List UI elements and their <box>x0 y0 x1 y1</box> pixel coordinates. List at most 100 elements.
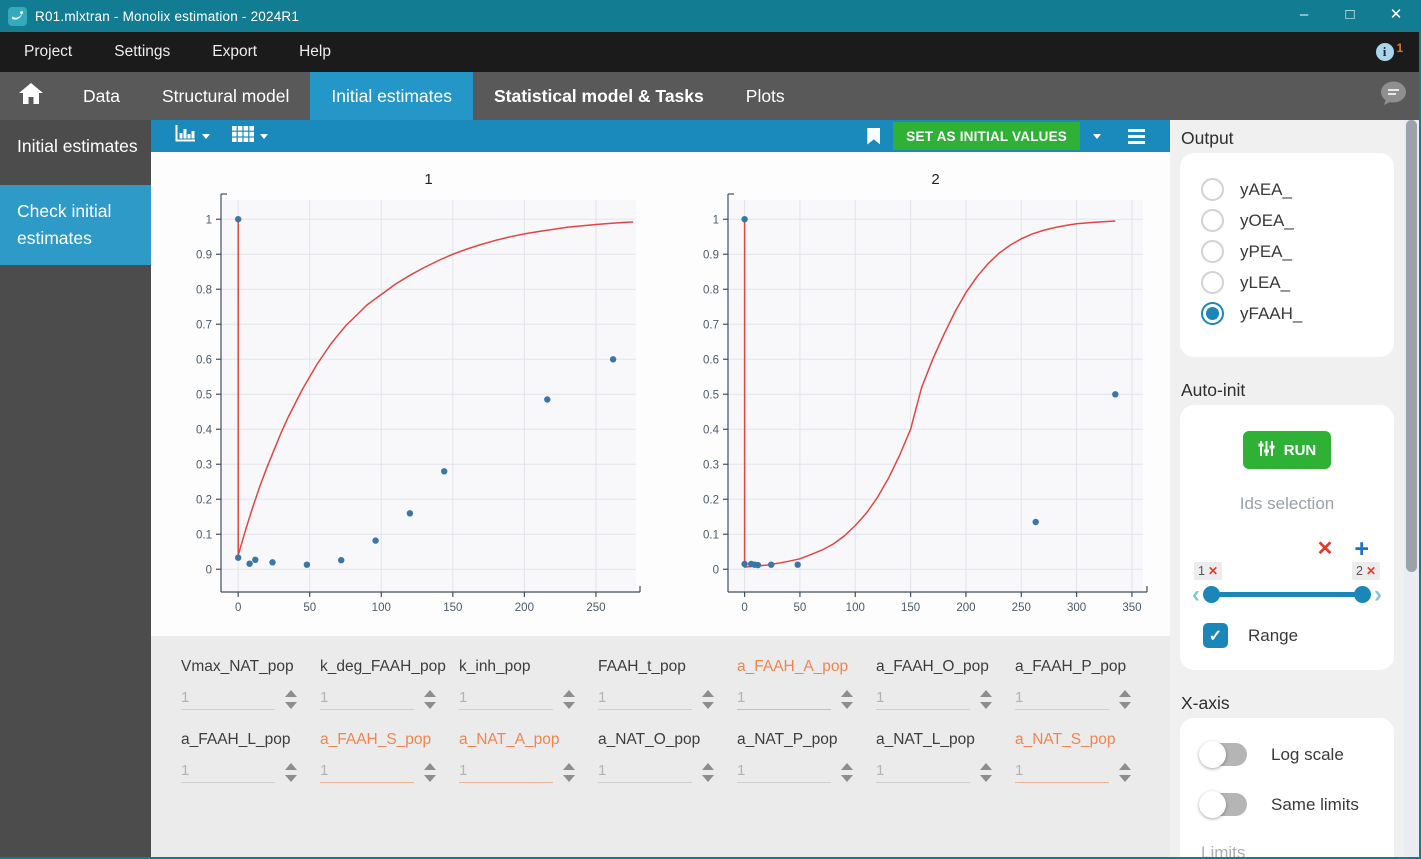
radio-icon-yaea[interactable] <box>1201 178 1224 201</box>
menu-item-export[interactable]: Export <box>191 32 278 72</box>
param-a_NAT_P_pop-increment[interactable] <box>841 763 853 770</box>
param-a_NAT_L_pop-increment[interactable] <box>980 763 992 770</box>
remove-id-icon[interactable]: ✕ <box>1317 539 1334 559</box>
sidebar-item-initial-estimates[interactable]: Initial estimates <box>0 120 151 173</box>
slider-handle-right[interactable] <box>1354 586 1371 603</box>
output-option-label: yFAAH_ <box>1240 304 1302 324</box>
plot-type-menu[interactable] <box>175 125 210 147</box>
param-k_deg_FAAH_pop-decrement[interactable] <box>424 702 436 709</box>
param-a_FAAH_P_pop-increment[interactable] <box>1119 690 1131 697</box>
menu-item-settings[interactable]: Settings <box>93 32 191 72</box>
range-checkbox[interactable]: ✓ <box>1203 623 1228 648</box>
plot-options-menu-icon[interactable] <box>1128 129 1145 144</box>
scrollbar-thumb[interactable] <box>1406 120 1417 572</box>
id-chip-1[interactable]: 1 ✕ <box>1194 562 1222 580</box>
param-a_NAT_L_pop-decrement[interactable] <box>980 775 992 782</box>
param-a_FAAH_S_pop-decrement[interactable] <box>424 775 436 782</box>
param-FAAH_t_pop-decrement[interactable] <box>702 702 714 709</box>
param-input-a_NAT_O_pop[interactable]: 1 <box>598 762 692 783</box>
id-chip-2-remove-icon[interactable]: ✕ <box>1366 564 1376 578</box>
param-a_FAAH_P_pop-decrement[interactable] <box>1119 702 1131 709</box>
home-button[interactable] <box>0 72 62 120</box>
menu-item-project[interactable]: Project <box>0 32 93 72</box>
param-a_FAAH_O_pop-increment[interactable] <box>980 690 992 697</box>
param-Vmax_NAT_pop-decrement[interactable] <box>285 702 297 709</box>
param-input-a_FAAH_O_pop[interactable]: 1 <box>876 689 970 710</box>
slider-right-chevron[interactable]: › <box>1374 585 1382 604</box>
tab-statistical-model-tasks[interactable]: Statistical model & Tasks <box>473 72 725 120</box>
id-chip-2[interactable]: 2 ✕ <box>1352 562 1380 580</box>
radio-icon-yfaah[interactable] <box>1201 302 1224 325</box>
param-input-a_NAT_A_pop[interactable]: 1 <box>459 762 553 783</box>
plot-id-2[interactable]: 00.10.20.30.40.50.60.70.80.9105010015020… <box>672 160 1157 630</box>
param-a_NAT_L_pop: a_NAT_L_pop1 <box>876 731 1015 783</box>
param-a_FAAH_O_pop-decrement[interactable] <box>980 702 992 709</box>
param-a_NAT_A_pop-decrement[interactable] <box>563 775 575 782</box>
param-Vmax_NAT_pop-increment[interactable] <box>285 690 297 697</box>
param-a_NAT_A_pop-increment[interactable] <box>563 763 575 770</box>
radio-icon-ylea[interactable] <box>1201 271 1224 294</box>
param-input-FAAH_t_pop[interactable]: 1 <box>598 689 692 710</box>
param-a_NAT_S_pop-decrement[interactable] <box>1119 775 1131 782</box>
radio-icon-ypea[interactable] <box>1201 240 1224 263</box>
slider-left-chevron[interactable]: ‹ <box>1192 585 1200 604</box>
output-option-ypea[interactable]: yPEA_ <box>1201 240 1394 263</box>
svg-text:1: 1 <box>713 214 719 226</box>
same-limits-toggle[interactable] <box>1201 793 1247 816</box>
param-input-a_FAAH_P_pop[interactable]: 1 <box>1015 689 1109 710</box>
title-bar: R01.mlxtran - Monolix estimation - 2024R… <box>0 0 1419 32</box>
run-button[interactable]: RUN <box>1243 431 1331 469</box>
tab-plots[interactable]: Plots <box>725 72 806 120</box>
id-chip-1-remove-icon[interactable]: ✕ <box>1208 564 1218 578</box>
param-a_NAT_P_pop-decrement[interactable] <box>841 775 853 782</box>
output-option-yaea[interactable]: yAEA_ <box>1201 178 1394 201</box>
param-a_NAT_O_pop-increment[interactable] <box>702 763 714 770</box>
output-option-yfaah[interactable]: yFAAH_ <box>1201 302 1394 325</box>
bookmark-icon[interactable] <box>867 128 880 145</box>
tab-data[interactable]: Data <box>62 72 141 120</box>
plot-id-1[interactable]: 00.10.20.30.40.50.60.70.80.9105010015020… <box>165 160 650 630</box>
layout-grid-menu[interactable] <box>232 126 268 147</box>
param-input-a_FAAH_A_pop[interactable]: 1 <box>737 689 831 710</box>
param-input-a_NAT_P_pop[interactable]: 1 <box>737 762 831 783</box>
param-a_FAAH_A_pop-decrement[interactable] <box>841 702 853 709</box>
param-a_FAAH_S_pop-increment[interactable] <box>424 763 436 770</box>
notifications-button[interactable]: i 1 <box>1376 43 1403 61</box>
output-option-yoea[interactable]: yOEA_ <box>1201 209 1394 232</box>
tab-structural-model[interactable]: Structural model <box>141 72 310 120</box>
param-a_NAT_O_pop-decrement[interactable] <box>702 775 714 782</box>
param-input-a_NAT_L_pop[interactable]: 1 <box>876 762 970 783</box>
slider-track[interactable] <box>1210 592 1364 597</box>
sidebar-item-check-initial-estimates[interactable]: Check initial estimates <box>0 185 151 265</box>
add-id-icon[interactable]: + <box>1354 539 1369 559</box>
param-k_inh_pop-increment[interactable] <box>563 690 575 697</box>
tab-initial-estimates[interactable]: Initial estimates <box>310 72 473 120</box>
log-scale-toggle[interactable] <box>1201 743 1247 766</box>
output-option-label: yLEA_ <box>1240 273 1290 293</box>
param-a_FAAH_L_pop-increment[interactable] <box>285 763 297 770</box>
param-a_NAT_S_pop-increment[interactable] <box>1119 763 1131 770</box>
param-k_inh_pop-decrement[interactable] <box>563 702 575 709</box>
param-FAAH_t_pop-increment[interactable] <box>702 690 714 697</box>
feedback-bubble-icon[interactable] <box>1380 81 1407 111</box>
param-k_deg_FAAH_pop-increment[interactable] <box>424 690 436 697</box>
param-input-k_deg_FAAH_pop[interactable]: 1 <box>320 689 414 710</box>
slider-handle-left[interactable] <box>1203 586 1220 603</box>
menu-item-help[interactable]: Help <box>278 32 352 72</box>
param-input-k_inh_pop[interactable]: 1 <box>459 689 553 710</box>
ids-range-slider[interactable] <box>1203 586 1371 603</box>
minimize-button[interactable]: – <box>1281 0 1327 32</box>
param-a_FAAH_L_pop-decrement[interactable] <box>285 775 297 782</box>
param-input-a_NAT_S_pop[interactable]: 1 <box>1015 762 1109 783</box>
maximize-button[interactable]: □ <box>1327 0 1373 32</box>
param-input-a_FAAH_S_pop[interactable]: 1 <box>320 762 414 783</box>
param-a_FAAH_A_pop-increment[interactable] <box>841 690 853 697</box>
param-input-Vmax_NAT_pop[interactable]: 1 <box>181 689 275 710</box>
param-input-a_FAAH_L_pop[interactable]: 1 <box>181 762 275 783</box>
set-as-initial-values-button[interactable]: SET AS INITIAL VALUES <box>893 122 1080 150</box>
close-button[interactable]: ✕ <box>1373 0 1419 32</box>
set-initial-values-dropdown[interactable] <box>1093 134 1101 139</box>
output-option-ylea[interactable]: yLEA_ <box>1201 271 1394 294</box>
right-panel-scrollbar[interactable] <box>1404 120 1419 857</box>
radio-icon-yoea[interactable] <box>1201 209 1224 232</box>
